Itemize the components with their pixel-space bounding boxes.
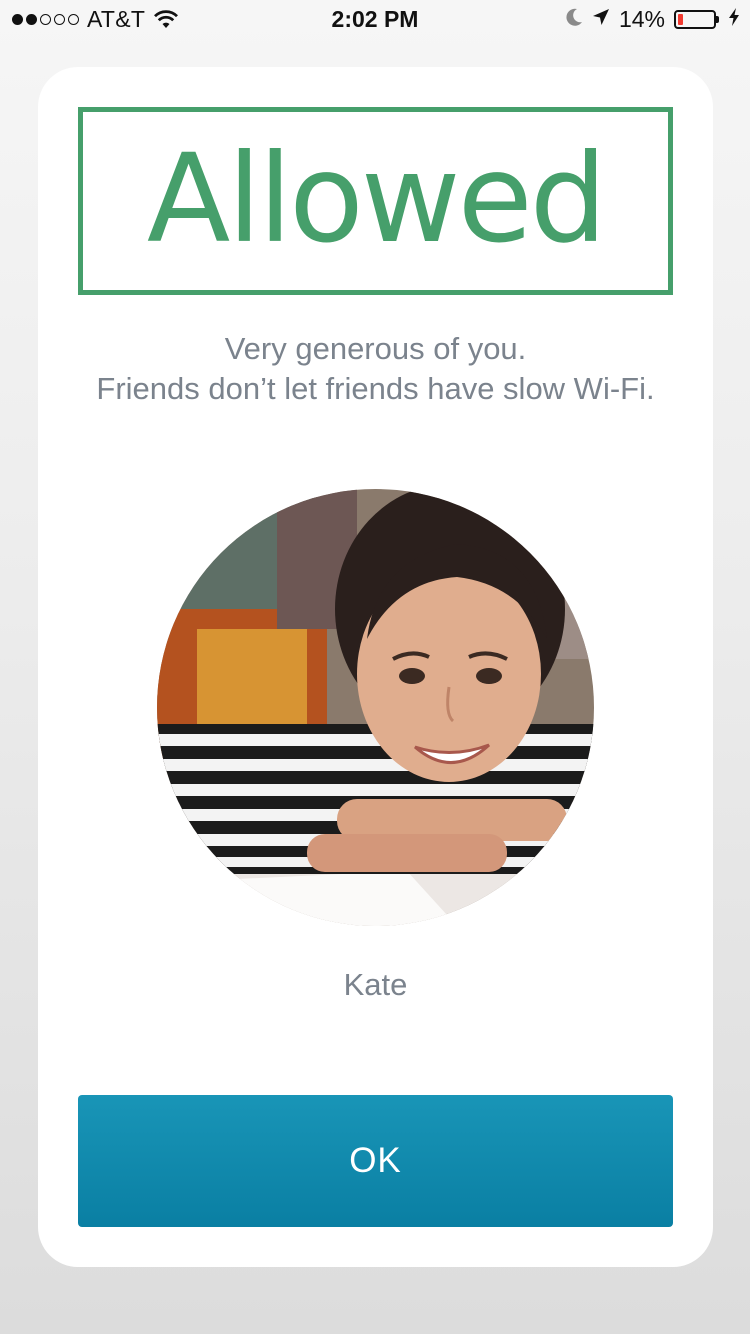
stamp-label: Allowed [146, 128, 607, 270]
result-message: Very generous of you. Friends don’t let … [38, 329, 713, 409]
battery-icon [674, 10, 719, 29]
status-bar: AT&T 2:02 PM 14% [0, 0, 750, 40]
result-card: Allowed Very generous of you. Friends do… [38, 67, 713, 1267]
location-arrow-icon [592, 6, 610, 33]
avatar [157, 489, 594, 926]
allowed-stamp: Allowed [78, 107, 673, 295]
message-line-1: Very generous of you. [224, 331, 527, 366]
charging-bolt-icon [728, 6, 740, 33]
ok-button[interactable]: OK [78, 1095, 673, 1227]
user-photo-icon [157, 489, 594, 926]
moon-icon [565, 6, 583, 33]
battery-percent: 14% [618, 6, 665, 32]
user-name: Kate [343, 967, 408, 1002]
message-line-2: Friends don’t let friends have slow Wi-F… [96, 371, 655, 406]
status-right: 14% [565, 6, 740, 33]
